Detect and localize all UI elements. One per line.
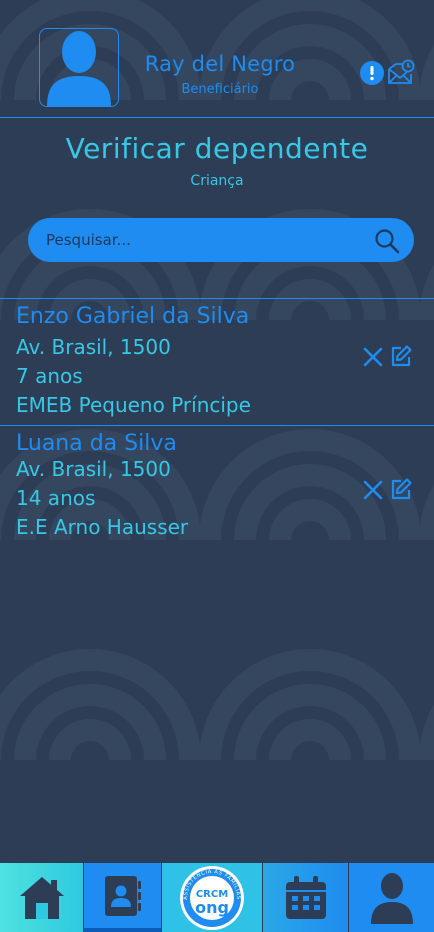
- page-subtitle: Criança: [190, 173, 244, 189]
- header-divider: [0, 117, 434, 118]
- edit-icon[interactable]: [389, 477, 413, 501]
- home-icon: [19, 876, 64, 919]
- profile-icon: [370, 872, 413, 924]
- bottom-nav: ASSISTÊNCIA ÀS FAMÍLIAS CRCM ong: [0, 863, 434, 932]
- edit-icon[interactable]: [389, 344, 413, 368]
- contacts-icon: [104, 875, 141, 916]
- dependent-item[interactable]: Luana da Silva Av. Brasil, 1500 14 anos …: [0, 426, 434, 550]
- user-avatar[interactable]: [39, 28, 119, 107]
- search-input[interactable]: [46, 218, 366, 262]
- remove-icon[interactable]: [361, 478, 385, 502]
- alert-icon[interactable]: [360, 61, 384, 85]
- search-icon[interactable]: [374, 228, 400, 254]
- calendar-icon: [285, 875, 326, 919]
- nav-calendar[interactable]: [262, 863, 348, 932]
- remove-icon[interactable]: [361, 345, 385, 369]
- dependent-address: Av. Brasil, 1500: [16, 335, 171, 359]
- user-silhouette-icon: [47, 31, 111, 106]
- dependent-name: Luana da Silva: [16, 431, 177, 456]
- dependent-age: 14 anos: [16, 486, 96, 510]
- dependent-school: EMEB Pequeno Príncipe: [16, 393, 251, 417]
- dependent-item[interactable]: Enzo Gabriel da Silva Av. Brasil, 1500 7…: [0, 299, 434, 425]
- nav-home[interactable]: [0, 863, 83, 932]
- nav-crcm-ong[interactable]: ASSISTÊNCIA ÀS FAMÍLIAS CRCM ong: [161, 863, 262, 932]
- page-title: Verificar dependente: [65, 132, 369, 165]
- crcm-ong-logo: ASSISTÊNCIA ÀS FAMÍLIAS CRCM ong: [180, 865, 244, 930]
- mail-notification-icon[interactable]: [387, 59, 415, 85]
- dependent-school: E.E Arno Hausser: [16, 515, 189, 539]
- user-name: Ray del Negro: [144, 52, 296, 76]
- logo-sub: ong: [195, 898, 229, 917]
- dependent-age: 7 anos: [16, 364, 83, 388]
- dependent-name: Enzo Gabriel da Silva: [16, 304, 250, 329]
- search-bar: [28, 218, 414, 262]
- nav-profile[interactable]: [348, 863, 434, 932]
- user-role: Beneficiário: [181, 82, 259, 97]
- nav-contacts[interactable]: [83, 863, 161, 932]
- dependent-address: Av. Brasil, 1500: [16, 457, 171, 481]
